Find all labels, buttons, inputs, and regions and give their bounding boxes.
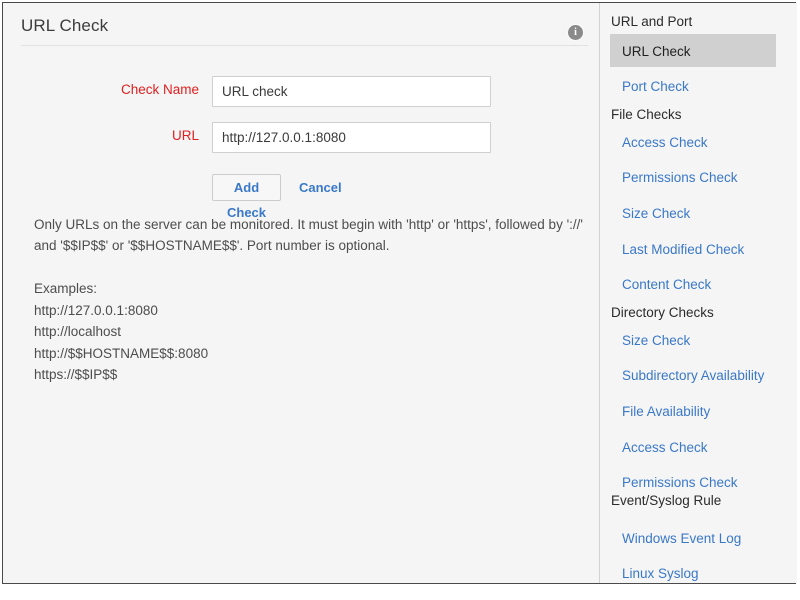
- check-name-label: Check Name: [3, 82, 199, 97]
- sidebar-item-file-size-check[interactable]: Size Check: [622, 206, 690, 221]
- sidebar-item-last-modified-check[interactable]: Last Modified Check: [622, 242, 744, 257]
- sidebar-heading-url-and-port: URL and Port: [611, 14, 692, 29]
- sidebar-item-file-permissions-check[interactable]: Permissions Check: [622, 170, 738, 185]
- sidebar-item-file-access-check[interactable]: Access Check: [622, 135, 708, 150]
- add-check-button[interactable]: Add Check: [212, 174, 281, 201]
- examples-heading: Examples:: [34, 278, 434, 300]
- sidebar-item-dir-access-check[interactable]: Access Check: [622, 440, 708, 455]
- cancel-link[interactable]: Cancel: [299, 174, 342, 201]
- help-description: Only URLs on the server can be monitored…: [34, 214, 583, 256]
- info-icon[interactable]: i: [568, 25, 583, 40]
- sidebar-item-file-availability[interactable]: File Availability: [622, 404, 710, 419]
- form-row-url: URL: [3, 122, 599, 154]
- sidebar-heading-event-syslog-rule: Event/Syslog Rule: [611, 493, 721, 508]
- sidebar-item-linux-syslog[interactable]: Linux Syslog: [622, 566, 699, 581]
- url-label: URL: [3, 128, 199, 143]
- header-divider: [21, 45, 588, 46]
- example-line: http://127.0.0.1:8080: [34, 300, 434, 322]
- check-name-input[interactable]: [212, 76, 491, 107]
- sidebar-heading-file-checks: File Checks: [611, 107, 682, 122]
- examples-block: Examples: http://127.0.0.1:8080 http://l…: [34, 278, 434, 386]
- sidebar-item-dir-permissions-check[interactable]: Permissions Check: [622, 475, 738, 490]
- page-title: URL Check: [21, 16, 108, 36]
- example-line: http://localhost: [34, 321, 434, 343]
- sidebar-item-dir-size-check[interactable]: Size Check: [622, 333, 690, 348]
- sidebar-item-windows-event-log[interactable]: Windows Event Log: [622, 531, 741, 546]
- url-check-panel: URL Check i Check Name URL Add Check Can…: [3, 3, 599, 583]
- checks-sidebar: URL and Port URL Check Port Check File C…: [599, 3, 797, 583]
- sidebar-item-url-check[interactable]: URL Check: [622, 44, 691, 59]
- screenshot-root: URL Check i Check Name URL Add Check Can…: [0, 0, 800, 600]
- example-line: https://$$IP$$: [34, 364, 434, 386]
- form-row-check-name: Check Name: [3, 76, 599, 108]
- sidebar-heading-directory-checks: Directory Checks: [611, 305, 714, 320]
- sidebar-item-port-check[interactable]: Port Check: [622, 79, 689, 94]
- app-frame: URL Check i Check Name URL Add Check Can…: [2, 2, 796, 584]
- sidebar-item-subdirectory-availability[interactable]: Subdirectory Availability: [622, 368, 764, 383]
- url-input[interactable]: [212, 122, 491, 153]
- panel-header: URL Check i: [3, 3, 599, 46]
- sidebar-item-content-check[interactable]: Content Check: [622, 277, 711, 292]
- example-line: http://$$HOSTNAME$$:8080: [34, 343, 434, 365]
